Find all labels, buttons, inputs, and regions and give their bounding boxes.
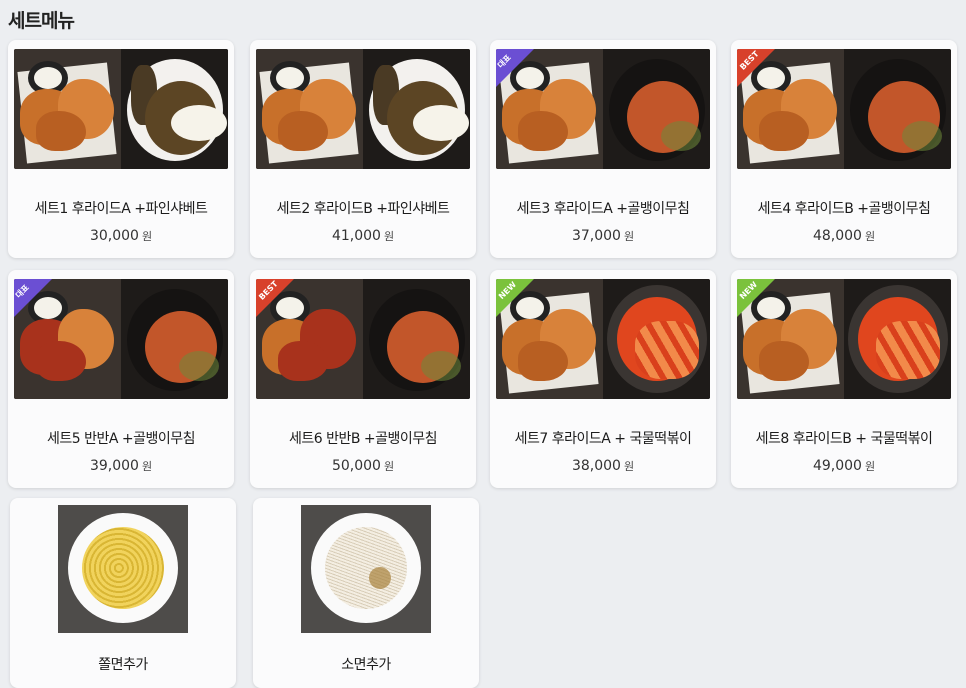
menu-card-set2[interactable]: 세트2 후라이드B +파인샤베트 41,000 원 [250,40,476,258]
price-row: 39,000 원 [8,455,234,474]
menu-photo: NEW [496,279,710,399]
currency-label: 원 [623,460,635,473]
side-name: 쫄면추가 [98,657,148,673]
menu-name: 세트7 후라이드A + 국물떡볶이 [514,431,692,447]
menu-photo: BEST [256,279,470,399]
price-row: 49,000 원 [731,455,957,474]
price-row: 38,000 원 [490,455,716,474]
menu-name: 세트5 반반A +골뱅이무침 [46,431,196,447]
menu-name: 세트1 후라이드A +파인샤베트 [34,201,208,217]
menu-name: 세트6 반반B +골뱅이무침 [288,431,438,447]
currency-label: 원 [623,230,635,243]
menu-photo [256,49,470,169]
menu-name: 세트8 후라이드B + 국물떡볶이 [755,431,933,447]
currency-label: 원 [383,230,395,243]
menu-price: 37,000 [571,228,621,244]
side-photo [301,505,431,633]
price-row: 48,000 원 [731,225,957,244]
menu-photo [14,49,228,169]
menu-price: 50,000 [331,458,381,474]
price-row: 50,000 원 [250,455,476,474]
menu-card-set3[interactable]: 대표 세트3 후라이드A +골뱅이무침 37,000 원 [490,40,716,258]
menu-price: 38,000 [571,458,621,474]
side-card-somyeon[interactable]: 소면추가 [253,498,479,688]
price-row: 30,000 원 [8,225,234,244]
currency-label: 원 [864,230,876,243]
menu-name: 세트4 후라이드B +골뱅이무침 [757,201,931,217]
menu-card-set7[interactable]: NEW 세트7 후라이드A + 국물떡볶이 38,000 원 [490,270,716,488]
menu-photo: 대표 [496,49,710,169]
side-card-jjolmyeon[interactable]: 쫄면추가 [10,498,236,688]
menu-price: 48,000 [812,228,862,244]
menu-card-set4[interactable]: BEST 세트4 후라이드B +골뱅이무침 48,000 원 [731,40,957,258]
menu-card-set5[interactable]: 대표 세트5 반반A +골뱅이무침 39,000 원 [8,270,234,488]
menu-name: 세트3 후라이드A +골뱅이무침 [516,201,690,217]
currency-label: 원 [141,230,153,243]
menu-photo: 대표 [14,279,228,399]
menu-photo: NEW [737,279,951,399]
section-title: 세트메뉴 [8,10,75,32]
menu-price: 39,000 [89,458,139,474]
menu-name: 세트2 후라이드B +파인샤베트 [276,201,450,217]
menu-price: 41,000 [331,228,381,244]
side-photo [58,505,188,633]
menu-price: 30,000 [89,228,139,244]
menu-card-set8[interactable]: NEW 세트8 후라이드B + 국물떡볶이 49,000 원 [731,270,957,488]
menu-card-set1[interactable]: 세트1 후라이드A +파인샤베트 30,000 원 [8,40,234,258]
currency-label: 원 [864,460,876,473]
currency-label: 원 [383,460,395,473]
currency-label: 원 [141,460,153,473]
menu-card-set6[interactable]: BEST 세트6 반반B +골뱅이무침 50,000 원 [250,270,476,488]
menu-photo: BEST [737,49,951,169]
price-row: 37,000 원 [490,225,716,244]
price-row: 41,000 원 [250,225,476,244]
menu-price: 49,000 [812,458,862,474]
side-name: 소면추가 [341,657,391,673]
